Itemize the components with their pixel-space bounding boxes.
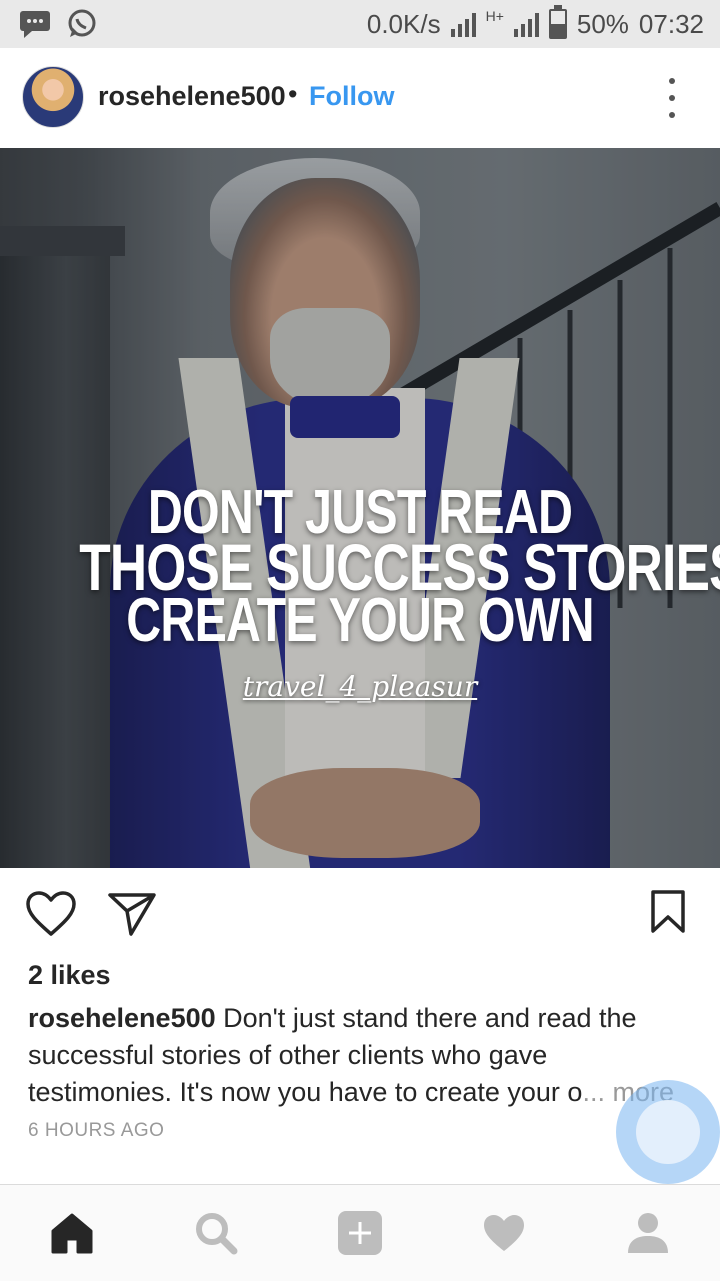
post-username[interactable]: rosehelene500	[98, 81, 286, 112]
caption-ellipsis: ...	[582, 1077, 605, 1107]
status-bar: 0.0K/s H+ 50% 07:32	[0, 0, 720, 48]
net-speed: 0.0K/s	[366, 8, 441, 39]
post-caption: rosehelene500 Don't just stand there and…	[28, 1000, 698, 1111]
search-icon[interactable]	[190, 1207, 242, 1259]
bookmark-icon[interactable]	[642, 886, 694, 938]
post-actions	[0, 868, 720, 958]
follow-button[interactable]: Follow	[309, 81, 394, 112]
signal-icon-2	[513, 11, 539, 37]
quote-line-3: CREATE YOUR OWN	[126, 586, 594, 655]
bottom-nav	[0, 1184, 720, 1281]
caption-username[interactable]: rosehelene500	[28, 1003, 216, 1033]
status-left	[18, 8, 98, 45]
whatsapp-icon	[66, 8, 98, 45]
more-options-icon[interactable]	[662, 78, 682, 118]
signal-icon	[450, 11, 476, 37]
post-header: rosehelene500 • Follow	[0, 48, 720, 148]
activity-icon[interactable]	[478, 1207, 530, 1259]
message-icon	[18, 9, 52, 44]
network-type: H+	[485, 8, 504, 24]
separator-dot: •	[288, 79, 298, 109]
heart-icon[interactable]	[25, 888, 77, 940]
status-right: 0.0K/s H+ 50% 07:32	[367, 0, 704, 48]
touch-indicator	[616, 1080, 720, 1184]
quote-text: DON'T JUST READ THOSE SUCCESS STORIES CR…	[0, 482, 720, 655]
share-icon[interactable]	[106, 888, 158, 940]
add-icon[interactable]	[334, 1207, 386, 1259]
avatar[interactable]	[22, 66, 84, 128]
clock: 07:32	[638, 8, 704, 39]
image-watermark: travel_4_pleasur	[242, 670, 478, 703]
battery-icon	[548, 5, 567, 39]
profile-icon[interactable]	[622, 1207, 674, 1259]
home-icon[interactable]	[46, 1207, 98, 1259]
likes-count[interactable]: 2 likes	[28, 960, 111, 991]
post-image[interactable]: DON'T JUST READ THOSE SUCCESS STORIES CR…	[0, 148, 720, 868]
post-timestamp: 6 HOURS AGO	[28, 1120, 165, 1141]
battery-percent: 50%	[576, 8, 629, 39]
